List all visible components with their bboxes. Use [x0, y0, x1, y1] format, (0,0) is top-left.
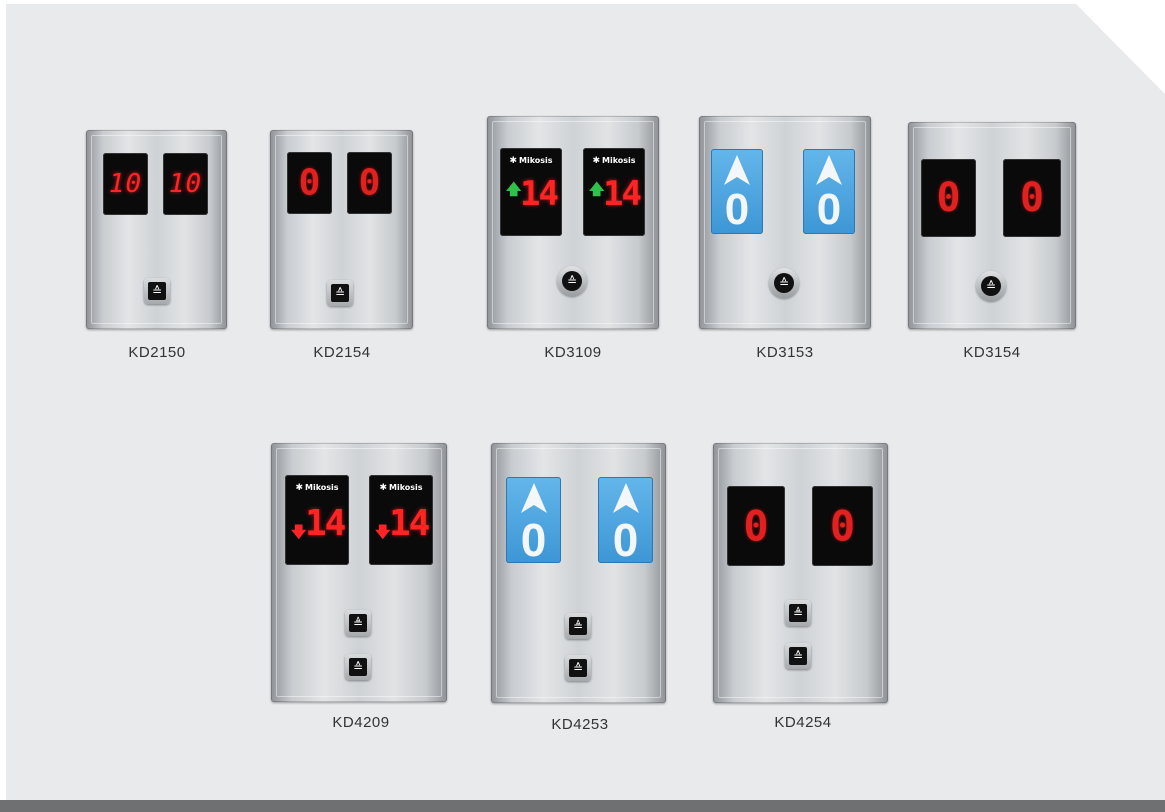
model-label: KD4254 [774, 714, 832, 731]
up-call-button[interactable]: ≜ [565, 613, 591, 639]
footer-bar [0, 800, 1165, 812]
product-kd3153: 0 0 ≙ [699, 116, 871, 329]
product-kd2154: 0 0 ≙ [270, 130, 413, 329]
model-label: KD3109 [544, 344, 602, 361]
mikosis-logo-icon: ✱ [509, 156, 517, 166]
chevron-double-down-icon: ≙ [569, 659, 587, 677]
display-left: 10 [103, 153, 148, 215]
dot-matrix-readout: 0 [298, 162, 321, 204]
dot-matrix-readout: 0 [743, 501, 769, 551]
down-call-button[interactable]: ≙ [565, 655, 591, 681]
down-call-button[interactable]: ≙ [557, 266, 587, 296]
chevron-double-down-icon: ≙ [331, 284, 349, 302]
chevron-double-down-icon: ≙ [789, 647, 807, 665]
display-right: ✱ Mikosis 🡇 14 [369, 475, 433, 565]
product-kd4209: ✱ Mikosis 🡇 14 ✱ Mikosis 🡇 14 ≜ ≙ [271, 443, 447, 702]
up-call-button[interactable]: ≜ [345, 610, 371, 636]
display-right: 0 [1003, 159, 1061, 237]
white-up-arrowhead-icon [724, 155, 750, 185]
chevron-double-down-icon: ≙ [981, 276, 1001, 296]
mikosis-logo-icon: ✱ [295, 483, 303, 493]
model-label: KD4253 [551, 716, 609, 733]
display-left: 0 [506, 477, 561, 563]
down-call-button[interactable]: ≙ [144, 278, 170, 304]
display-left: 0 [727, 486, 785, 566]
mikosis-logo-icon: ✱ [379, 483, 387, 493]
dot-matrix-readout: 0 [358, 162, 381, 204]
chevron-double-down-icon: ≙ [774, 273, 794, 293]
chevron-double-up-icon: ≜ [569, 617, 587, 635]
display-right: 10 [163, 153, 208, 215]
chevron-double-up-icon: ≜ [349, 614, 367, 632]
display-left: ✱ Mikosis 🡅 14 [500, 148, 562, 236]
dot-matrix-readout: 0 [829, 501, 856, 551]
brand-name: Mikosis [388, 483, 423, 492]
chevron-double-down-icon: ≙ [562, 271, 582, 291]
chevron-double-down-icon: ≙ [349, 658, 367, 676]
dot-matrix-readout: 0 [936, 175, 961, 221]
product-kd3154: 0 0 ≙ [908, 122, 1076, 329]
floor-readout: 14 [603, 174, 642, 214]
white-up-arrowhead-icon [613, 483, 639, 513]
display-right: 0 [812, 486, 873, 566]
floor-readout: 0 [724, 185, 750, 234]
display-left: ✱ Mikosis 🡇 14 [285, 475, 349, 565]
chevron-double-down-icon: ≙ [148, 282, 166, 300]
model-label: KD3153 [756, 344, 814, 361]
white-up-arrowhead-icon [521, 483, 547, 513]
model-label: KD2154 [313, 344, 371, 361]
segment-readout: 10 [108, 169, 143, 199]
display-right: 0 [803, 149, 855, 234]
white-up-arrowhead-icon [816, 155, 842, 185]
display-right: 0 [598, 477, 653, 563]
down-call-button[interactable]: ≙ [769, 268, 799, 298]
floor-readout: 0 [816, 185, 842, 234]
product-kd4253: 0 0 ≜ ≙ [491, 443, 666, 703]
display-right: 0 [347, 152, 392, 214]
display-right: ✱ Mikosis 🡅 14 [583, 148, 645, 236]
down-call-button[interactable]: ≙ [976, 271, 1006, 301]
dot-matrix-readout: 0 [1019, 175, 1045, 221]
display-left: 0 [921, 159, 976, 237]
display-left: 0 [287, 152, 332, 214]
down-call-button[interactable]: ≙ [785, 643, 811, 669]
mikosis-logo-icon: ✱ [592, 156, 600, 166]
display-left: 0 [711, 149, 763, 234]
floor-readout: 0 [612, 514, 639, 563]
down-call-button[interactable]: ≙ [345, 654, 371, 680]
floor-readout: 14 [520, 174, 559, 214]
floor-readout: 14 [305, 503, 346, 544]
chevron-double-up-icon: ≜ [789, 604, 807, 622]
model-label: KD2150 [128, 344, 186, 361]
down-call-button[interactable]: ≙ [327, 280, 353, 306]
model-label: KD3154 [963, 344, 1021, 361]
product-kd2150: 10 10 ≙ [86, 130, 227, 329]
floor-readout: 0 [520, 514, 547, 563]
brand-name: Mikosis [518, 156, 553, 165]
up-call-button[interactable]: ≜ [785, 600, 811, 626]
floor-readout: 14 [389, 503, 430, 544]
brand-name: Mikosis [304, 483, 339, 492]
product-kd3109: ✱ Mikosis 🡅 14 ✱ Mikosis 🡅 14 ≙ [487, 116, 659, 329]
product-kd4254: 0 0 ≜ ≙ [713, 443, 888, 703]
brand-name: Mikosis [601, 156, 636, 165]
segment-readout: 10 [168, 169, 203, 199]
model-label: KD4209 [332, 714, 390, 731]
